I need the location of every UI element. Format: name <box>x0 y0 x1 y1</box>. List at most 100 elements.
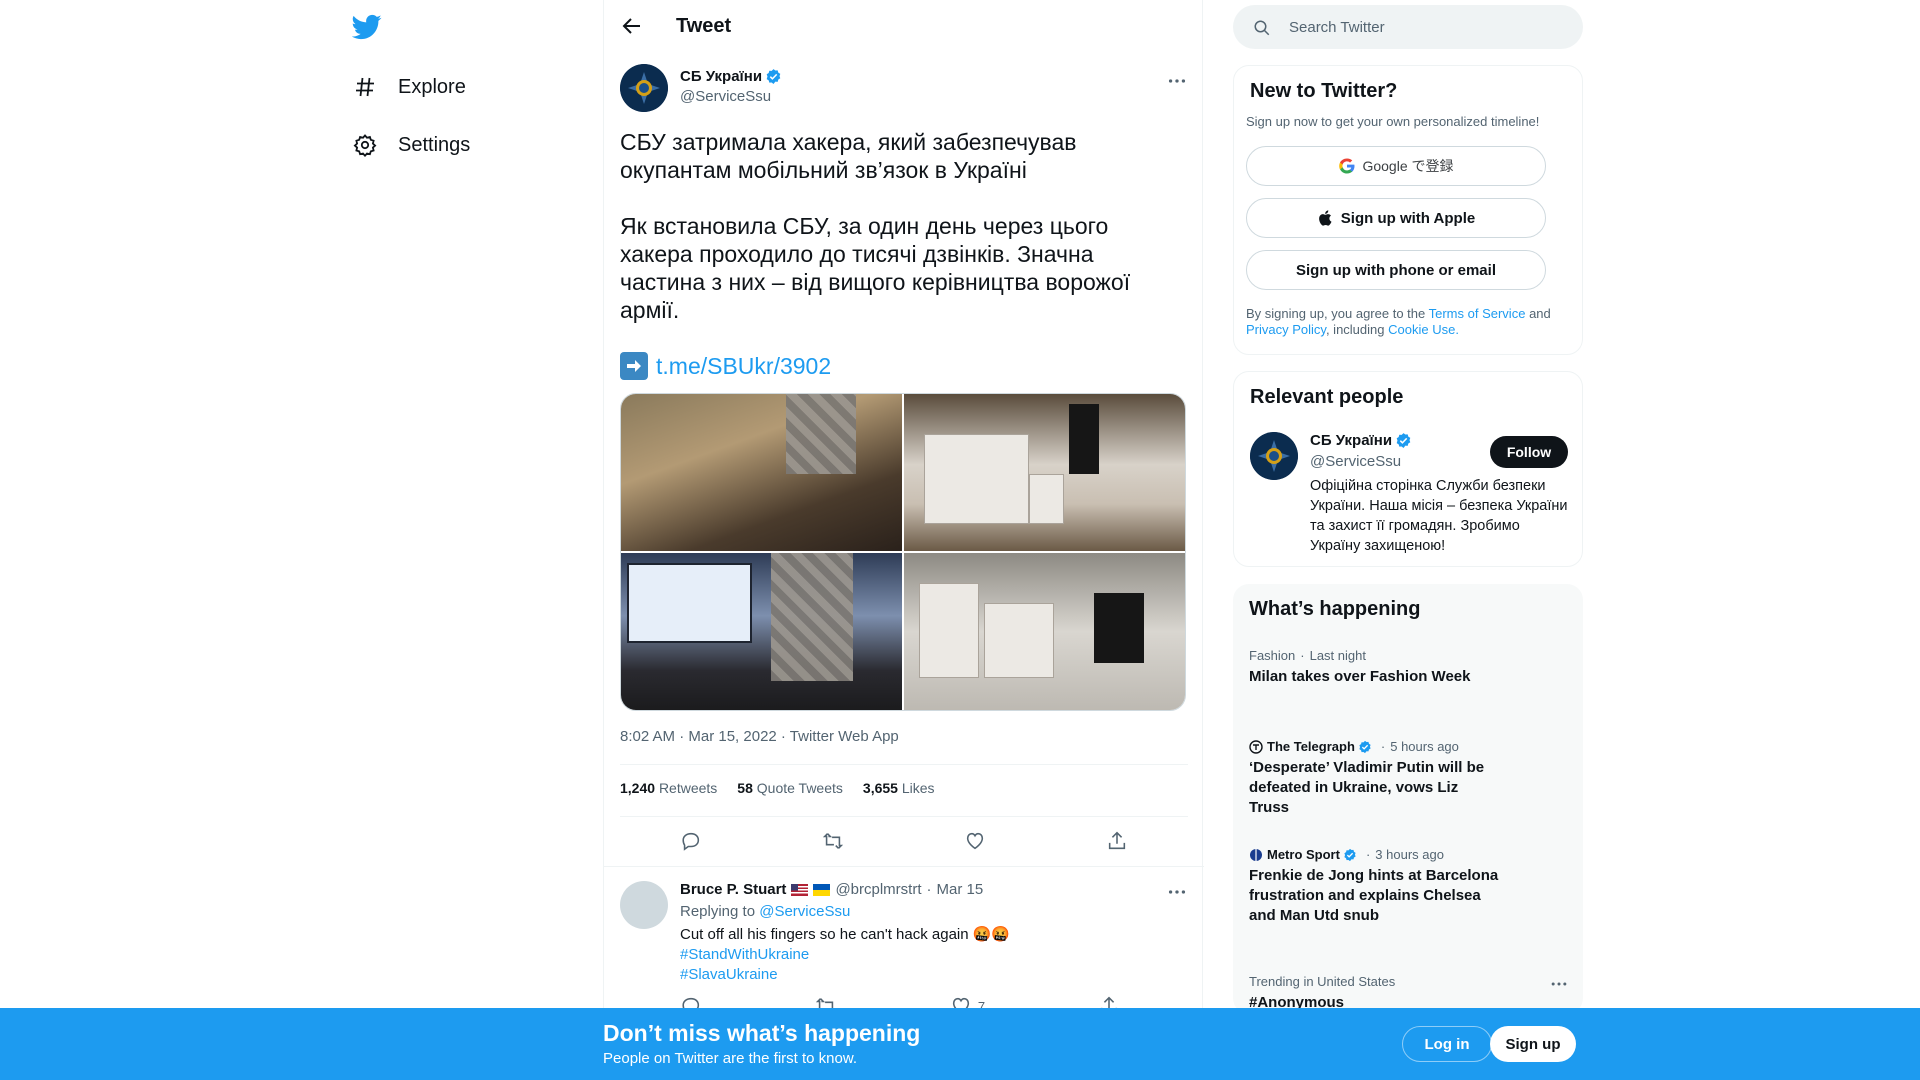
follow-button[interactable]: Follow <box>1490 436 1568 468</box>
twitter-logo-icon[interactable] <box>352 12 382 42</box>
privacy-policy-link[interactable]: Privacy Policy <box>1246 322 1326 337</box>
retweets-stat[interactable]: 1,240 Retweets <box>620 780 717 796</box>
media-photo-1[interactable] <box>621 394 902 551</box>
reply-icon[interactable] <box>680 830 702 852</box>
tweet-author: СБ України @ServiceSsu <box>620 64 1188 114</box>
search-input[interactable] <box>1289 17 1559 37</box>
person-name[interactable]: СБ України <box>1310 432 1412 449</box>
reply-author-name[interactable]: Bruce P. Stuart <box>680 881 786 898</box>
trend-item[interactable]: The Telegraph · 5 hours ago ‘Desperate’ … <box>1249 739 1569 818</box>
apple-icon <box>1318 210 1332 226</box>
tweet-link[interactable]: t.me/SBUkr/3902 <box>656 353 831 380</box>
monitor <box>627 563 752 643</box>
reply-header: Bruce P. Stuart @brcplmrstrt · Mar 15 <box>680 881 983 898</box>
verified-badge-icon <box>1344 848 1356 861</box>
more-options-icon[interactable] <box>1166 70 1188 92</box>
ukraine-flag-icon <box>813 883 831 896</box>
quotes-stat[interactable]: 58 Quote Tweets <box>737 780 843 796</box>
media-photo-2[interactable] <box>904 394 1185 551</box>
bottom-bar-subtitle: People on Twitter are the first to know. <box>603 1050 858 1067</box>
trend-category: Fashion <box>1249 648 1296 663</box>
trend-title: ‘Desperate’ Vladimir Putin will be defea… <box>1249 759 1485 816</box>
page-header: Tweet <box>604 0 1204 53</box>
equipment <box>1029 474 1064 524</box>
verified-badge-icon <box>766 69 781 84</box>
equipment <box>924 434 1029 524</box>
tweet-actions <box>620 830 1188 852</box>
avatar[interactable] <box>1250 432 1298 480</box>
hashtag-link[interactable]: #SlavaUkraine <box>680 966 778 983</box>
separator: · <box>926 881 932 898</box>
router <box>1069 404 1099 474</box>
likes-label: Likes <box>901 780 935 796</box>
replying-to-prefix: Replying to <box>680 903 756 920</box>
hashtag-link[interactable]: #StandWithUkraine <box>680 946 809 963</box>
phone-email-signup-button[interactable]: Sign up with phone or email <box>1246 250 1546 290</box>
trend-meta: The Telegraph · 5 hours ago <box>1249 739 1569 754</box>
reply-date[interactable]: Mar 15 <box>937 881 984 898</box>
avatar[interactable] <box>620 881 668 929</box>
share-icon[interactable] <box>1106 830 1128 852</box>
nav-settings[interactable]: Settings <box>352 123 470 167</box>
signup-subtitle: Sign up now to get your own personalized… <box>1246 114 1540 129</box>
replying-to-link[interactable]: @ServiceSsu <box>759 903 850 920</box>
verified-badge-icon <box>1359 740 1371 753</box>
retweet-icon[interactable] <box>822 830 844 852</box>
whats-happening-title: What’s happening <box>1249 598 1421 620</box>
tweet-media-grid <box>620 393 1186 711</box>
google-signup-button[interactable]: Google で登録 <box>1246 146 1546 186</box>
terms-of-service-link[interactable]: Terms of Service <box>1429 306 1526 321</box>
blurred-face <box>786 394 856 474</box>
apple-signup-button[interactable]: Sign up with Apple <box>1246 198 1546 238</box>
login-button[interactable]: Log in <box>1402 1026 1492 1062</box>
google-signup-label: Google で登録 <box>1362 158 1454 174</box>
media-photo-3[interactable] <box>621 553 902 710</box>
trend-item[interactable]: Metro Sport · 3 hours ago Frenkie de Jon… <box>1249 847 1569 926</box>
bottom-bar-title: Don’t miss what’s happening <box>603 1020 921 1046</box>
replying-to: Replying to @ServiceSsu <box>680 903 850 920</box>
tweet-timestamp[interactable]: 8:02 AM · Mar 15, 2022 · Twitter Web App <box>620 728 899 745</box>
trend-title: Frenkie de Jong hints at Barcelona frust… <box>1249 867 1499 924</box>
trend-title: Milan takes over Fashion Week <box>1249 668 1471 685</box>
person-handle[interactable]: @ServiceSsu <box>1310 453 1401 470</box>
trend-source: Metro Sport <box>1267 847 1340 862</box>
media-photo-4[interactable] <box>904 553 1185 710</box>
right-arrow-emoji-icon <box>620 352 648 380</box>
author-handle[interactable]: @ServiceSsu <box>680 88 771 105</box>
telegraph-logo-icon <box>1249 739 1263 754</box>
hashtag-icon <box>352 74 378 100</box>
person-name-text: СБ України <box>1310 432 1393 449</box>
author-name[interactable]: СБ України <box>680 68 782 85</box>
likes-count: 3,655 <box>862 780 898 796</box>
likes-stat[interactable]: 3,655 Likes <box>863 780 935 796</box>
search-icon <box>1254 20 1270 36</box>
more-options-icon[interactable] <box>1166 881 1188 903</box>
reply-handle[interactable]: @brcplmrstrt <box>835 881 921 898</box>
signup-button[interactable]: Sign up <box>1490 1026 1576 1062</box>
avatar[interactable] <box>620 64 668 112</box>
separator: · <box>1300 648 1305 663</box>
us-flag-icon <box>791 883 809 896</box>
nav-explore[interactable]: Explore <box>352 65 466 109</box>
search-bar[interactable] <box>1233 5 1583 49</box>
login-prompt-bar: Don’t miss what’s happening People on Tw… <box>0 1008 1920 1080</box>
reply-tweet[interactable]: Bruce P. Stuart @brcplmrstrt · Mar 15 Re… <box>604 866 1204 1016</box>
like-icon[interactable] <box>964 830 986 852</box>
terms-and: and <box>1529 306 1551 321</box>
main-column: Tweet СБ України @ServiceSsu СБУ затрима… <box>603 0 1204 1080</box>
page-title: Tweet <box>676 15 732 37</box>
trend-item[interactable]: Fashion · Last night Milan takes over Fa… <box>1249 648 1569 687</box>
more-options-icon[interactable] <box>1549 974 1569 994</box>
phone-email-signup-label: Sign up with phone or email <box>1295 261 1496 279</box>
gear-icon <box>352 132 378 158</box>
tweet-link-row: t.me/SBUkr/3902 <box>620 352 831 380</box>
cookie-use-link[interactable]: Cookie Use. <box>1388 322 1459 337</box>
trend-time: Last night <box>1309 648 1366 663</box>
person-bio: Офіційна сторінка Служби безпеки України… <box>1310 478 1568 554</box>
divider <box>620 764 1188 765</box>
trend-time: 3 hours ago <box>1375 847 1444 862</box>
tweet-text: СБУ затримала хакера, який забезпечував … <box>620 129 1131 323</box>
back-arrow-icon[interactable] <box>620 14 644 38</box>
separator: · <box>1380 739 1386 754</box>
trend-time: 5 hours ago <box>1390 739 1459 754</box>
